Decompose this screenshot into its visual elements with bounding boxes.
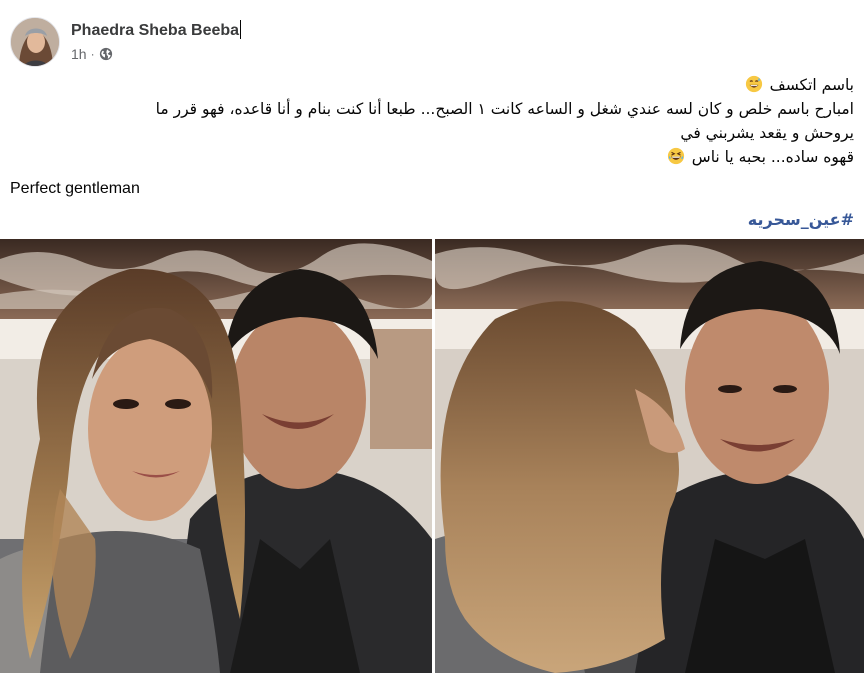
post-text: باسم اتكسف امبارح باسم خلص و كان لسه عند… [9,73,854,229]
globe-icon[interactable] [99,47,113,61]
post-text-line-4-text: قهوه ساده... بحبه يا ناس [691,148,854,166]
grinning-sweat-emoji [745,75,762,93]
hashtag-link[interactable]: #عين_سحريه [748,210,854,229]
post-text-line-3: يروحش و يقعد يشربني في [680,124,854,142]
post-text-line-4: قهوه ساده... بحبه يا ناس [9,145,854,169]
photo-grid [0,239,864,673]
text-cursor [240,20,242,39]
kiss-photo-icon [435,239,864,673]
post-header: Phaedra Sheba Beeba 1h · [10,15,510,69]
author-name[interactable]: Phaedra Sheba Beeba [71,20,242,40]
photo-2[interactable] [435,239,864,673]
author-avatar[interactable] [10,17,60,67]
post-meta: 1h · [71,46,113,62]
photo-1[interactable] [0,239,432,673]
post-time[interactable]: 1h [71,46,87,62]
selfie-photo-icon [0,239,432,673]
post-text-english: Perfect gentleman [10,180,140,197]
post-text-line-2: امبارح باسم خلص و كان لسه عندي شغل و الس… [155,100,854,118]
avatar-image-icon [11,18,59,66]
meta-separator: · [90,47,95,61]
post-text-line-1-text: باسم اتكسف [769,76,854,94]
post-text-line-1: باسم اتكسف [9,73,854,97]
post-card: Phaedra Sheba Beeba 1h · باسم اتكسف امبا… [0,0,864,673]
laughing-emoji [667,147,684,165]
